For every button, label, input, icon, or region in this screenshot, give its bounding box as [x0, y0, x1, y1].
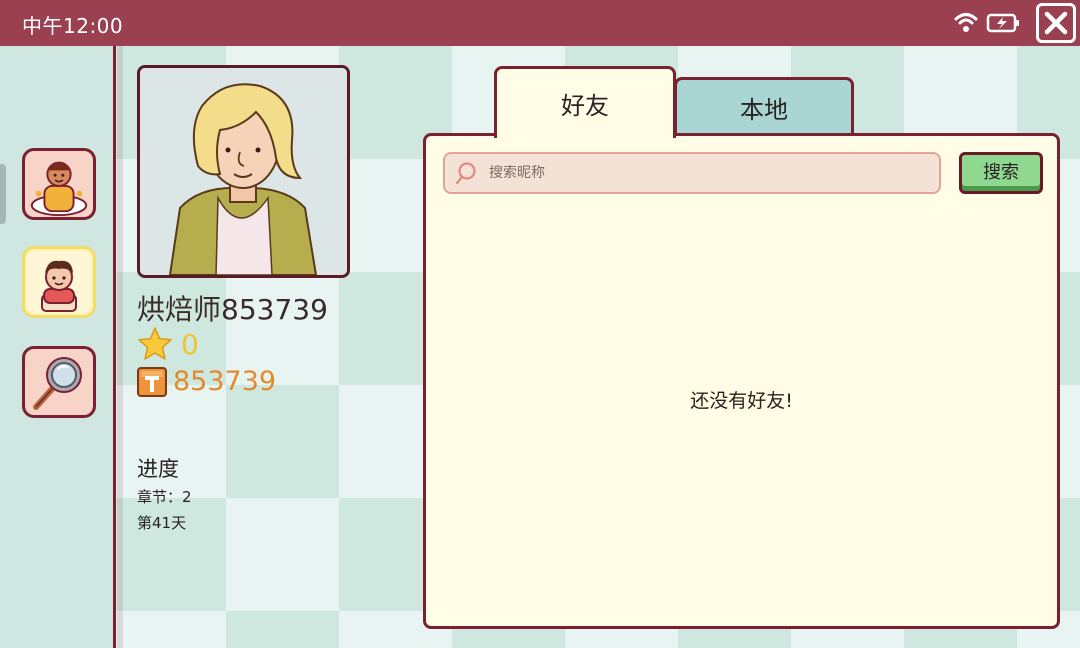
status-bar: 中午12:00 — [0, 0, 1080, 46]
battery-charging-icon — [986, 13, 1019, 33]
clock: 中午12:00 — [22, 14, 124, 38]
progress-day: 第41天 — [137, 514, 187, 532]
chef-avatar-icon — [30, 161, 88, 217]
close-icon — [1044, 11, 1068, 35]
search-box — [443, 152, 941, 194]
portrait-image — [140, 68, 347, 275]
player-portrait — [137, 65, 350, 278]
search-input[interactable] — [489, 165, 929, 181]
progress-title: 进度 — [137, 457, 179, 481]
wifi-icon — [954, 13, 978, 32]
empty-friends-message: 还没有好友! — [690, 390, 793, 412]
progress-chapter: 章节：2 — [137, 488, 192, 506]
id-badge-icon — [137, 366, 167, 397]
star-count-row: 0 — [137, 326, 199, 362]
close-button[interactable] — [1036, 3, 1076, 43]
sidebar-item-search[interactable] — [22, 346, 96, 418]
player-id-row: 853739 — [137, 366, 276, 397]
star-count: 0 — [181, 327, 199, 361]
tab-friends[interactable]: 好友 — [494, 66, 676, 138]
sidebar-item-chef-profile[interactable] — [22, 148, 96, 220]
player-name: 烘焙师853739 — [137, 293, 328, 326]
search-button[interactable]: 搜索 — [959, 152, 1043, 194]
sidebar — [0, 46, 123, 648]
player-id: 853739 — [173, 366, 277, 397]
magnifier-icon — [33, 357, 82, 410]
search-icon — [455, 162, 476, 185]
star-icon — [138, 327, 172, 360]
sidebar-drawer-handle[interactable] — [0, 164, 6, 224]
tab-local[interactable]: 本地 — [674, 77, 854, 135]
friends-panel: 搜索 还没有好友! — [423, 133, 1060, 629]
sidebar-item-friends[interactable] — [22, 246, 96, 318]
friends-avatar-icon — [41, 260, 77, 312]
